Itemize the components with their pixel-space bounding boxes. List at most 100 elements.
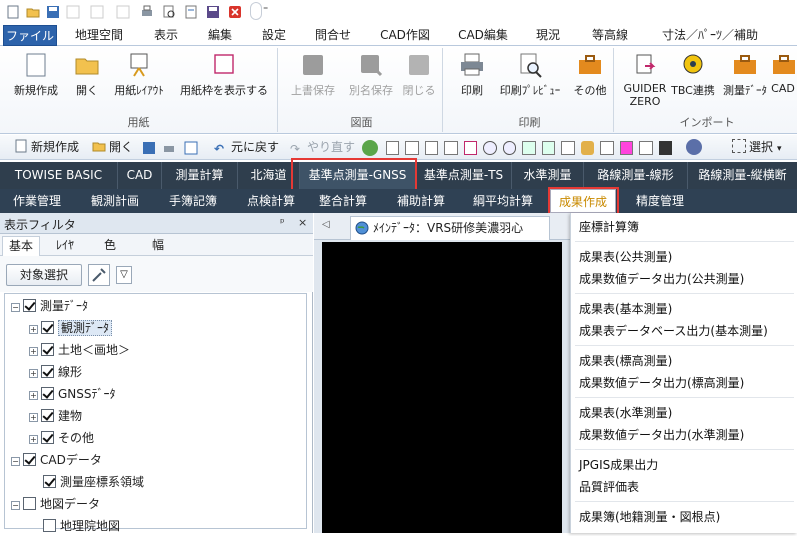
- settings-gear-icon[interactable]: [686, 139, 702, 155]
- tree-node-gsi-map[interactable]: 地理院地図: [43, 516, 120, 536]
- select-dropdown[interactable]: 選択 ▾: [732, 138, 782, 157]
- checkbox-checked-icon[interactable]: [41, 409, 54, 422]
- new-file-icon[interactable]: [6, 5, 20, 19]
- tab-survey-calc[interactable]: 測量計算: [162, 162, 238, 189]
- refresh-icon[interactable]: [362, 140, 378, 156]
- menu-item-results-numeric-elevation[interactable]: 成果数値データ出力(標高測量): [579, 373, 744, 393]
- print-icon[interactable]: [162, 141, 176, 155]
- open-folder-icon[interactable]: [26, 5, 40, 19]
- zoom-window-icon[interactable]: [405, 141, 419, 155]
- checkbox-checked-icon[interactable]: [41, 343, 54, 356]
- menu-item-results-public[interactable]: 成果表(公共測量): [579, 247, 672, 267]
- layer-icon[interactable]: [600, 141, 614, 155]
- overwrite-save-button[interactable]: 上書保存: [285, 52, 341, 98]
- expand-icon[interactable]: +: [29, 369, 38, 378]
- tab-color[interactable]: 色: [98, 236, 122, 256]
- tab-inquiry[interactable]: 問合せ: [304, 25, 362, 46]
- menu-item-quality-evaluation[interactable]: 品質評価表: [579, 477, 639, 497]
- menu-item-results-leveling[interactable]: 成果表(水準測量): [579, 403, 672, 423]
- checkbox-checked-icon[interactable]: [23, 453, 36, 466]
- zoom-all-icon[interactable]: [424, 141, 439, 155]
- menu-item-results-numeric-public[interactable]: 成果数値データ出力(公共測量): [579, 269, 744, 289]
- drawing-canvas[interactable]: [322, 242, 562, 533]
- tab-cad-edit[interactable]: CAD編集: [448, 25, 518, 46]
- measure-icon[interactable]: [639, 141, 653, 155]
- pan-left-icon[interactable]: [522, 141, 536, 155]
- print-button[interactable]: 印刷: [452, 52, 492, 98]
- tab-route-alignment[interactable]: 路線測量-線形: [584, 162, 688, 189]
- tab-geospatial[interactable]: 地理空間: [64, 25, 134, 46]
- collapse-icon[interactable]: −: [11, 457, 20, 466]
- tab-observation-plan[interactable]: 観測計画: [78, 189, 152, 213]
- scroll-left-icon[interactable]: ◁: [322, 219, 330, 230]
- tab-work-management[interactable]: 作業管理: [0, 189, 74, 213]
- tree-node-observation-data[interactable]: + 観測ﾃﾞｰﾀ: [29, 318, 113, 338]
- redo-button[interactable]: ↷ やり直す: [290, 138, 355, 157]
- tab-cad-draw[interactable]: CAD作図: [370, 25, 440, 46]
- close-icon[interactable]: [228, 5, 242, 19]
- filter-dropdown-button[interactable]: ▽: [116, 266, 132, 284]
- tab-leveling[interactable]: 水準測量: [512, 162, 584, 189]
- pin-icon[interactable]: ᵖ: [280, 216, 285, 229]
- tab-consistency-calc[interactable]: 整合計算: [310, 189, 376, 213]
- tab-dimension[interactable]: 寸法／ﾊﾟｰﾂ／補助: [648, 25, 772, 46]
- tab-edit[interactable]: 編集: [196, 25, 244, 46]
- customize-qat-icon[interactable]: ⁼: [263, 5, 268, 16]
- new-button[interactable]: 新規作成: [6, 52, 66, 98]
- expand-icon[interactable]: +: [29, 347, 38, 356]
- undo-button[interactable]: ↶ 元に戻す: [214, 138, 279, 157]
- tab-accuracy-management[interactable]: 精度管理: [624, 189, 696, 213]
- tab-file[interactable]: ファイル: [3, 25, 57, 46]
- checkbox-checked-icon[interactable]: [41, 365, 54, 378]
- menu-item-coordinate-calc-book[interactable]: 座標計算簿: [579, 217, 639, 237]
- tab-contour[interactable]: 等高線: [580, 25, 640, 46]
- zoom-in-icon[interactable]: [483, 141, 497, 155]
- zoom-extent-icon[interactable]: [444, 141, 458, 155]
- tab-route-profile[interactable]: 路線測量-縦横断: [688, 162, 797, 189]
- tab-basic[interactable]: 基本: [2, 236, 41, 256]
- zoom-paper-icon[interactable]: [463, 141, 478, 155]
- select-rect-icon[interactable]: [386, 141, 400, 155]
- tree-node-alignment[interactable]: + 線形: [29, 362, 82, 382]
- display-icon[interactable]: [658, 141, 673, 155]
- zoom-out-icon[interactable]: [502, 141, 517, 155]
- tree-node-survey-coordinate-area[interactable]: 測量座標系領域: [43, 472, 144, 492]
- checkbox-checked-icon[interactable]: [23, 299, 36, 312]
- checkbox-unchecked-icon[interactable]: [43, 519, 56, 532]
- tree-node-survey-data[interactable]: − 測量ﾃﾞｰﾀ: [11, 296, 88, 316]
- collapse-icon[interactable]: −: [11, 501, 20, 510]
- toolbar-open-button[interactable]: 開く: [92, 138, 133, 157]
- menu-item-results-db-basic[interactable]: 成果表データベース出力(基本測量): [579, 321, 768, 341]
- menu-item-results-numeric-leveling[interactable]: 成果数値データ出力(水準測量): [579, 425, 744, 445]
- menu-item-jpgis-output[interactable]: JPGIS成果出力: [579, 455, 658, 475]
- print-other-button[interactable]: その他: [570, 52, 610, 98]
- tree-node-map-data[interactable]: − 地図データ: [11, 494, 100, 514]
- survey-data-import-button[interactable]: 測量ﾃﾞｰﾀ: [719, 52, 771, 98]
- expand-icon[interactable]: +: [29, 325, 38, 334]
- menu-item-cadastral-results[interactable]: 成果簿(地籍測量・図根点): [579, 507, 720, 527]
- tree-node-other[interactable]: + その他: [29, 428, 94, 448]
- close-icon[interactable]: ×: [298, 216, 307, 229]
- preview-icon[interactable]: [184, 141, 198, 155]
- tab-control-point-ts[interactable]: 基準点測量-TS: [416, 162, 512, 189]
- tree-node-building[interactable]: + 建物: [29, 406, 82, 426]
- save-icon[interactable]: [142, 141, 156, 155]
- blank-icon[interactable]: [66, 5, 80, 19]
- page-setup-icon[interactable]: [184, 5, 198, 19]
- checkbox-checked-icon[interactable]: [43, 475, 56, 488]
- expand-icon[interactable]: +: [29, 391, 38, 400]
- tree-node-gnss-data[interactable]: + GNSSﾃﾞｰﾀ: [29, 384, 116, 404]
- tab-width[interactable]: 幅: [146, 236, 170, 256]
- tab-current[interactable]: 現況: [524, 25, 572, 46]
- menu-item-results-elevation[interactable]: 成果表(標高測量): [579, 351, 672, 371]
- tab-network-adjustment[interactable]: 綱平均計算: [462, 189, 544, 213]
- toolbar-new-button[interactable]: 新規作成: [14, 138, 79, 157]
- checkbox-checked-icon[interactable]: [41, 387, 54, 400]
- tools-icon[interactable]: [88, 264, 110, 286]
- print-preview-button[interactable]: 印刷ﾌﾟﾚﾋﾞｭｰ: [494, 52, 566, 98]
- tab-auxiliary-calc[interactable]: 補助計算: [384, 189, 458, 213]
- grid-icon[interactable]: [619, 141, 634, 155]
- tab-cad[interactable]: CAD: [118, 162, 162, 189]
- menu-item-results-basic[interactable]: 成果表(基本測量): [579, 299, 672, 319]
- tbc-link-button[interactable]: TBC連携: [669, 52, 717, 98]
